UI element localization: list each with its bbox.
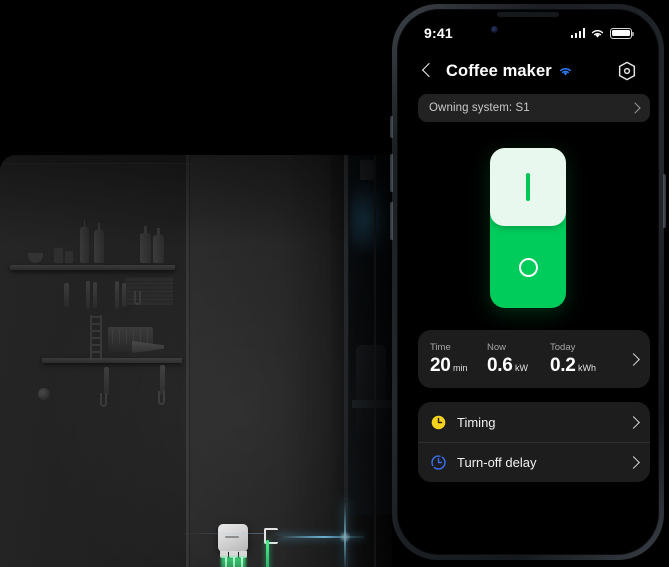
action-row-turn-off-delay[interactable]: Turn-off delay (418, 442, 650, 482)
app-header: Coffee maker (398, 54, 658, 88)
back-chevron-icon[interactable] (418, 61, 438, 81)
wall-knob (38, 388, 50, 400)
tool-hook (158, 391, 165, 405)
room-table (352, 400, 392, 408)
door-mullion-secondary (374, 155, 376, 567)
action-label: Timing (457, 414, 496, 430)
green-power-cord (266, 540, 269, 567)
stat-value: 20 (430, 354, 451, 376)
middle-wall (190, 155, 340, 567)
chevron-right-icon (627, 352, 640, 366)
room-chair (356, 345, 386, 435)
step-ladder (90, 315, 102, 360)
screenshot-root: 9:41 Coffee maker Owning system: S1 Time… (0, 0, 669, 567)
settings-hex-icon[interactable] (616, 60, 638, 82)
schedule-actions-card: Timing Turn-off delay (418, 402, 650, 482)
action-row-timing[interactable]: Timing (418, 402, 650, 442)
hanging-tool (64, 283, 69, 307)
shelf-canister (153, 228, 164, 263)
stat-label: Now (487, 341, 507, 353)
phone-screen: 9:41 Coffee maker Owning system: S1 Time… (397, 9, 659, 555)
wall-accent-line (180, 533, 265, 534)
rocker-switch-on-half[interactable] (490, 148, 566, 226)
green-power-beam (241, 557, 243, 567)
shelf-bottle (80, 220, 89, 263)
chevron-right-icon (629, 102, 641, 114)
mute-switch[interactable] (390, 116, 393, 138)
wifi-connected-icon (558, 65, 573, 77)
shelf-jar (65, 251, 73, 263)
background-scene-image (0, 155, 392, 567)
rocker-switch-off-half[interactable] (490, 226, 566, 308)
usage-stats-card[interactable]: Time 20 min Now 0.6 kW Today 0.2 kWh (418, 330, 650, 388)
action-label: Turn-off delay (457, 455, 537, 470)
status-bar: 9:41 (398, 22, 658, 44)
clock-filled-icon (430, 414, 447, 431)
shelf-jar (54, 248, 63, 263)
clock-dashed-icon (430, 454, 447, 471)
power-on-mark-icon (526, 173, 530, 201)
lower-shelf (42, 358, 182, 363)
stat-label: Today (550, 341, 576, 353)
volume-down-button[interactable] (390, 202, 393, 240)
smart-plug-module (218, 524, 248, 552)
battery-full-icon (610, 27, 635, 39)
tool-hook (100, 393, 107, 407)
tool-hook (134, 291, 141, 305)
pegboard (125, 277, 173, 305)
owning-system-row[interactable]: Owning system: S1 (418, 94, 650, 122)
wifi-icon (591, 29, 604, 37)
chevron-right-icon (627, 456, 640, 469)
rocker-power-switch[interactable] (490, 148, 566, 308)
shelf-canister (140, 226, 151, 263)
earpiece-speaker (497, 12, 559, 17)
wall-edge (186, 155, 189, 567)
stat-value: 0.2 (550, 354, 576, 376)
upper-shelf (10, 265, 175, 270)
room-shelf-object (360, 160, 374, 180)
power-button[interactable] (663, 174, 666, 228)
power-off-mark-icon (518, 257, 538, 277)
stat-now: Now 0.6 kW (487, 342, 550, 377)
stat-unit: kWh (578, 362, 597, 373)
hanging-tool (115, 281, 119, 309)
room-blue-glow (350, 180, 392, 255)
hanging-tool (104, 367, 109, 395)
owning-system-label: Owning system: S1 (429, 102, 530, 114)
hanging-tool (93, 282, 97, 308)
green-power-beam (225, 557, 227, 567)
stat-today: Today 0.2 kWh (550, 342, 616, 377)
stat-label: Time (430, 341, 451, 353)
hanging-tool (86, 281, 90, 309)
signal-bars-icon (570, 28, 585, 38)
stat-time: Time 20 min (430, 342, 487, 377)
page-title: Coffee maker (446, 61, 552, 80)
stat-unit: kW (515, 362, 529, 373)
shelf-bottle (94, 223, 104, 263)
chevron-right-icon (627, 415, 640, 429)
blue-signal-node (339, 531, 351, 543)
stat-value: 0.6 (487, 354, 513, 376)
volume-up-button[interactable] (390, 154, 393, 192)
phone-device-mockup: 9:41 Coffee maker Owning system: S1 Time… (390, 4, 666, 560)
stat-unit: min (453, 362, 468, 373)
hanging-tool (122, 283, 126, 307)
green-power-beam (233, 557, 235, 567)
status-bar-clock: 9:41 (424, 25, 453, 41)
